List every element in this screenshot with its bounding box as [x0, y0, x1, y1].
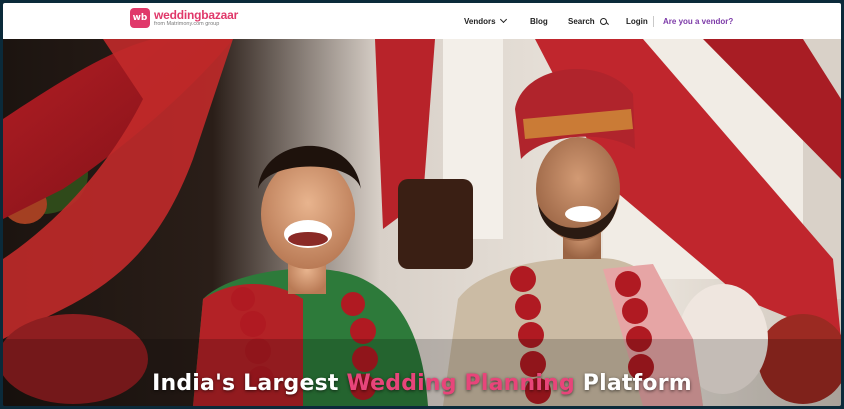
nav-vendors[interactable]: Vendors [464, 15, 507, 26]
nav-search[interactable]: Search [568, 17, 607, 26]
hero-headline: India's Largest Wedding Planning Platfor… [3, 371, 841, 396]
headline-post: Platform [574, 371, 692, 396]
search-icon [599, 17, 607, 25]
chevron-down-icon [499, 15, 507, 24]
site-header: wb weddingbazaar from Matrimony.com grou… [3, 3, 841, 39]
hero-photo [3, 39, 841, 406]
headline-accent: Wedding Planning [346, 371, 575, 396]
nav-blog-label: Blog [530, 16, 548, 26]
browser-viewport: wb weddingbazaar from Matrimony.com grou… [3, 3, 841, 406]
nav-blog[interactable]: Blog [530, 17, 548, 26]
nav-login[interactable]: Login [626, 17, 648, 26]
nav-are-you-vendor-label: Are you a vendor? [663, 16, 734, 26]
hero-banner: India's Largest Wedding Planning Platfor… [3, 39, 841, 406]
nav-vendors-label: Vendors [464, 16, 496, 26]
main-nav: Vendors Blog Search Login Are you a vend… [3, 3, 841, 39]
nav-divider [653, 16, 654, 27]
nav-login-label: Login [626, 16, 648, 26]
nav-are-you-vendor[interactable]: Are you a vendor? [663, 17, 733, 26]
headline-pre: India's Largest [152, 371, 347, 396]
nav-search-label: Search [568, 16, 595, 26]
